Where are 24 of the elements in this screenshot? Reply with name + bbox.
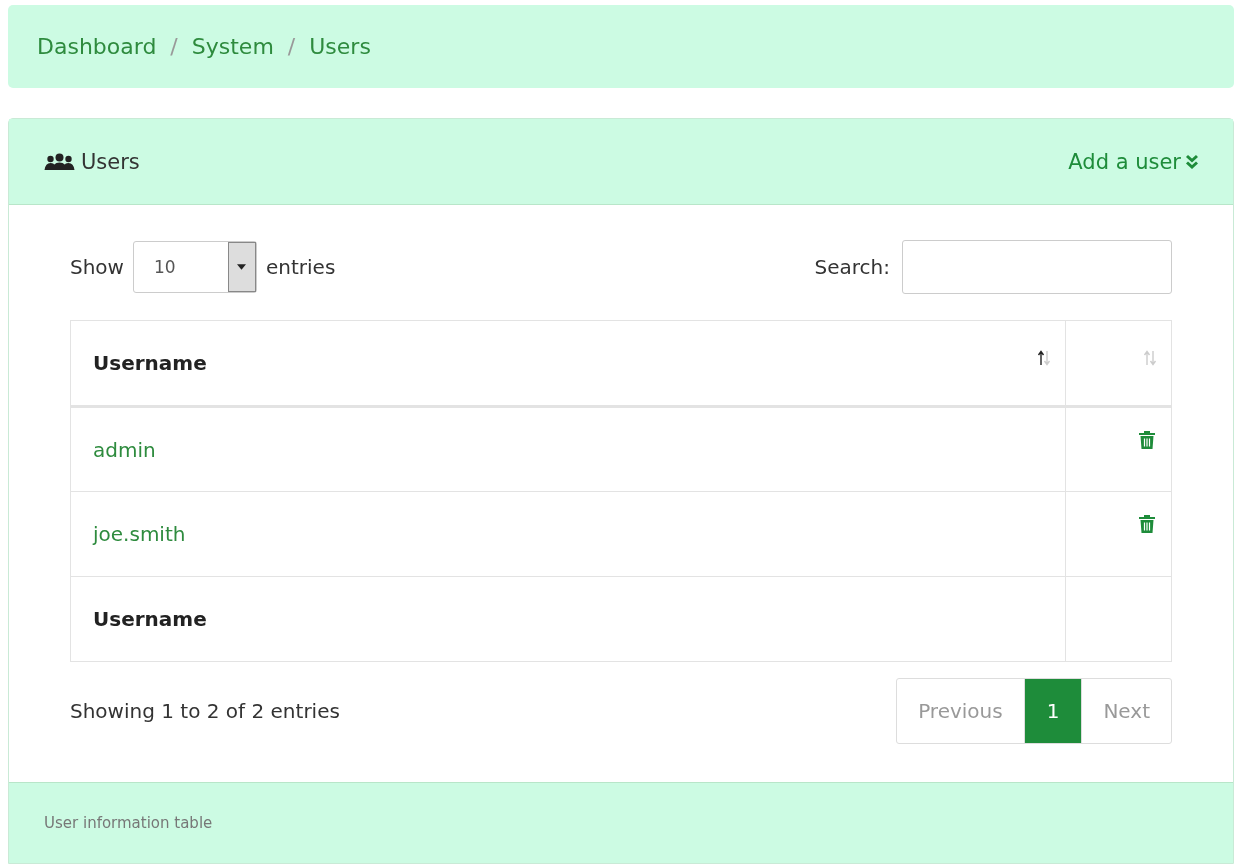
trash-icon[interactable] (1139, 514, 1155, 534)
username-link[interactable]: admin (93, 437, 156, 462)
username-link[interactable]: joe.smith (93, 522, 186, 546)
entries-select[interactable]: 10 (132, 241, 257, 293)
search-label: Search: (814, 255, 890, 279)
breadcrumb-separator: / (287, 34, 296, 59)
search-field[interactable] (902, 240, 1172, 294)
footer-cell: Username (70, 576, 1066, 662)
breadcrumb-link[interactable]: Dashboard (37, 34, 157, 59)
dropdown-arrow-icon (237, 264, 247, 270)
breadcrumb-separator: / (170, 34, 178, 59)
trash-icon[interactable] (1139, 430, 1155, 450)
panel-title: Users (81, 149, 140, 174)
page-button[interactable]: 1 (1024, 679, 1083, 743)
breadcrumb-link[interactable]: Users (309, 34, 371, 59)
entries-label: entries (265, 255, 336, 279)
double-chevron-down-icon (1185, 153, 1199, 170)
table-info: Showing 1 to 2 of 2 entries (70, 699, 340, 723)
footer-text: User information table (44, 814, 213, 832)
breadcrumb-link[interactable]: System (191, 34, 274, 59)
users-icon (44, 152, 75, 171)
show-label: Show (70, 255, 124, 279)
column-header[interactable]: Username (70, 320, 1066, 407)
add-user-link[interactable]: Add a user (1068, 149, 1199, 174)
